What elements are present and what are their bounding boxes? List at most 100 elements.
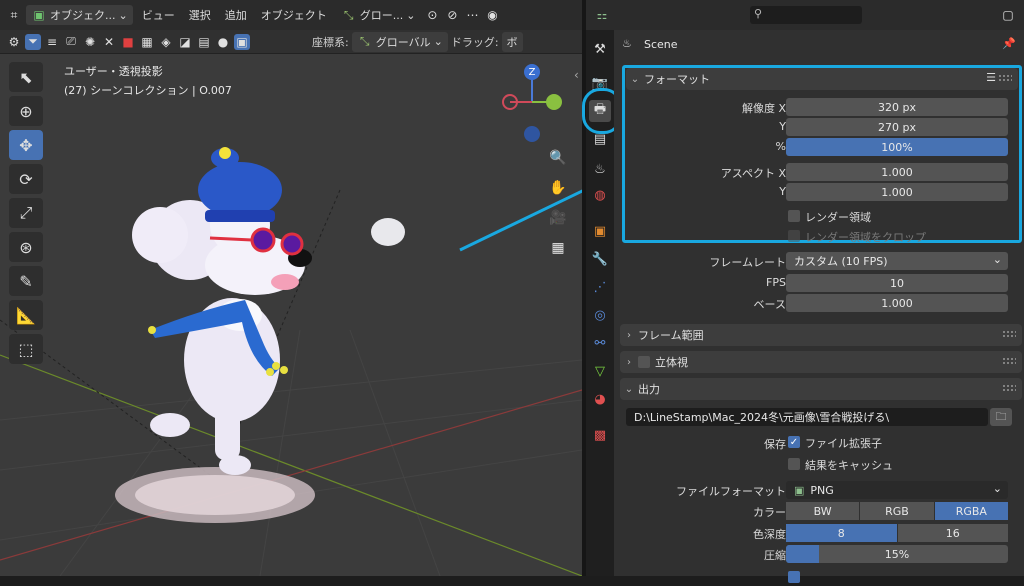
x-axis-line <box>0 389 582 561</box>
physics-tab-icon[interactable]: ◎ <box>589 304 611 326</box>
constraints-tab-icon[interactable]: ⚯ <box>589 332 611 354</box>
coords-dropdown[interactable]: ⤡ グローバル ⌄ <box>351 31 448 52</box>
shading-solid-icon[interactable]: ● <box>215 34 231 50</box>
format-section-header[interactable]: ⌄ フォーマット ☰ <box>626 68 1018 90</box>
pivot-icon[interactable]: ⊙ <box>424 7 440 23</box>
output-section-header[interactable]: ⌄ 出力 <box>620 378 1022 400</box>
drag-handle-icon[interactable] <box>1002 384 1016 392</box>
drag-dropdown[interactable]: ボ <box>501 31 523 52</box>
material-tab-icon[interactable]: ◕ <box>589 388 611 410</box>
fps-field[interactable]: 10 <box>786 274 1008 292</box>
options-icon[interactable]: ▢ <box>1000 7 1016 23</box>
file-format-dropdown[interactable]: ▣ PNG ⌄ <box>786 481 1008 499</box>
rotate-tool-icon[interactable]: ⟳ <box>9 164 43 194</box>
image-icon[interactable]: ▣ <box>234 33 250 50</box>
chevron-left-icon[interactable]: ‹ <box>574 68 579 82</box>
gear-icon[interactable]: ⚙ <box>6 34 22 50</box>
lattice-icon[interactable]: ▦ <box>139 34 155 50</box>
folder-icon[interactable]: 🗀 <box>990 408 1012 426</box>
percent-field[interactable]: 100% <box>786 138 1008 156</box>
color-rgb-option[interactable]: RGB <box>860 502 934 520</box>
annotate-tool-icon[interactable]: ✎ <box>9 266 43 296</box>
cursor-tool-icon[interactable]: ⊕ <box>9 96 43 126</box>
menu-add[interactable]: 追加 <box>220 5 252 25</box>
snap-grid-icon[interactable]: ⋯ <box>464 7 480 23</box>
empty-icon[interactable]: ◪ <box>177 34 193 50</box>
3d-viewport[interactable]: ⌗ ▣ オブジェク... ⌄ ビュー 選択 追加 オブジェクト ⤡ グロー...… <box>0 0 582 576</box>
stereo-checkbox[interactable] <box>638 356 650 368</box>
gizmo-neg-z-axis[interactable] <box>524 126 540 142</box>
frame-rate-dropdown[interactable]: カスタム (10 FPS) ⌄ <box>786 252 1008 270</box>
depth-16-option[interactable]: 16 <box>897 524 1008 542</box>
depth-8-option[interactable]: 8 <box>786 524 897 542</box>
view-name: ユーザー・透視投影 <box>64 65 163 78</box>
compression-slider[interactable]: 15% <box>786 545 1008 563</box>
chevron-down-icon: ⌄ <box>624 383 634 395</box>
search-input[interactable]: ⚲ <box>750 6 862 24</box>
aspect-y-field[interactable]: 1.000 <box>786 183 1008 201</box>
bone-icon[interactable]: ✕ <box>101 34 117 50</box>
compression-label: 圧縮 <box>764 549 786 562</box>
move-tool-icon[interactable]: ✥ <box>9 130 43 160</box>
res-y-field[interactable]: 270 px <box>786 118 1008 136</box>
snap-icon[interactable]: ⊘ <box>444 7 460 23</box>
modifier-tab-icon[interactable]: 🔧 <box>589 248 611 270</box>
add-cube-tool-icon[interactable]: ⬚ <box>9 334 43 364</box>
cache-result-checkbox[interactable] <box>788 458 800 470</box>
base-field[interactable]: 1.000 <box>786 294 1008 312</box>
properties-editor-icon[interactable]: ⚏ <box>594 7 610 23</box>
zoom-icon[interactable]: 🔍 <box>546 146 570 170</box>
measure-tool-icon[interactable]: 📐 <box>9 300 43 330</box>
drag-handle-icon[interactable] <box>1002 357 1016 365</box>
menu-lines-icon[interactable]: ≡ <box>44 34 60 50</box>
editor-type-icon[interactable]: ⌗ <box>6 7 22 23</box>
crop-region-checkbox[interactable] <box>788 230 800 242</box>
camera-view-icon[interactable]: 🎥 <box>546 206 570 230</box>
gizmo-x-axis[interactable] <box>502 94 518 110</box>
properties-header: ⚏ ⚲ ▢ <box>586 0 1024 30</box>
tool-tab-icon[interactable]: ⚒ <box>589 38 611 60</box>
grid-view-icon[interactable]: ▦ <box>546 236 570 260</box>
texture-tab-icon[interactable]: ▩ <box>589 424 611 446</box>
filter-icon[interactable]: ⏷ <box>25 33 41 50</box>
data-tab-icon[interactable]: ▽ <box>589 360 611 382</box>
mode-dropdown[interactable]: ▣ オブジェク... ⌄ <box>26 5 133 25</box>
res-x-field[interactable]: 320 px <box>786 98 1008 116</box>
menu-object[interactable]: オブジェクト <box>256 5 332 25</box>
render-region-checkbox[interactable] <box>788 210 800 222</box>
menu-select[interactable]: 選択 <box>184 5 216 25</box>
aspect-x-field[interactable]: 1.000 <box>786 163 1008 181</box>
light-icon[interactable]: ✺ <box>82 34 98 50</box>
proportional-edit-icon[interactable]: ◉ <box>484 7 500 23</box>
navigation-gizmo[interactable]: Z <box>500 62 570 146</box>
mesh-icon[interactable]: ■ <box>120 34 136 50</box>
shield-icon[interactable]: ◈ <box>158 34 174 50</box>
scene-tab-icon[interactable]: ♨ <box>589 158 611 180</box>
gizmo-z-axis[interactable]: Z <box>524 64 540 80</box>
gizmo-y-axis[interactable] <box>546 94 562 110</box>
file-extension-checkbox[interactable]: ✓ <box>788 436 800 448</box>
menu-view[interactable]: ビュー <box>137 5 180 25</box>
world-tab-icon[interactable]: ◍ <box>589 184 611 206</box>
particles-tab-icon[interactable]: ⋰ <box>589 276 611 298</box>
camera-icon[interactable]: ⎚ <box>63 34 79 50</box>
overwrite-checkbox[interactable] <box>788 571 800 583</box>
drag-handle-icon[interactable] <box>998 74 1012 82</box>
output-path-field[interactable]: D:\LineStamp\Mac_2024冬\元画像\雪合戦投げる\ <box>626 408 988 426</box>
orientation-dropdown[interactable]: ⤡ グロー... ⌄ <box>336 5 421 25</box>
hand-icon[interactable]: ✋ <box>546 176 570 200</box>
pin-icon[interactable]: 📌 <box>1002 37 1016 50</box>
scale-tool-icon[interactable]: ⤢ <box>9 198 43 228</box>
object-tab-icon[interactable]: ▣ <box>589 220 611 242</box>
color-rgba-option[interactable]: RGBA <box>934 502 1008 520</box>
stereo-section-header[interactable]: › 立体視 <box>620 351 1022 373</box>
select-tool-icon[interactable]: ⬉ <box>9 62 43 92</box>
overlay-icon[interactable]: ▤ <box>196 34 212 50</box>
transform-tool-icon[interactable]: ⊛ <box>9 232 43 262</box>
color-bw-option[interactable]: BW <box>786 502 860 520</box>
presets-icon[interactable]: ☰ <box>986 71 996 84</box>
chevron-down-icon: ⌄ <box>433 35 443 48</box>
drag-handle-icon[interactable] <box>1002 330 1016 338</box>
chevron-right-icon: › <box>627 356 631 368</box>
frame-range-section-header[interactable]: › フレーム範囲 <box>620 324 1022 346</box>
